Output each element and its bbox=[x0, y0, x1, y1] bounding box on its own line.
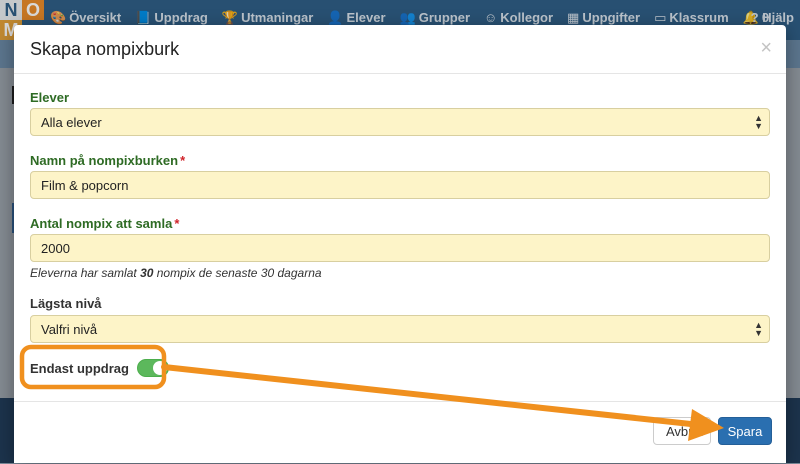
nompix-amount-help: Eleverna har samlat 30 nompix de senaste… bbox=[30, 266, 322, 280]
students-label: Elever bbox=[30, 90, 70, 105]
help-text-prefix: Eleverna har samlat bbox=[30, 266, 141, 280]
jar-name-input[interactable] bbox=[30, 171, 770, 199]
cancel-button[interactable]: Avbryt bbox=[653, 417, 711, 445]
students-select[interactable]: Alla elever ▲ ▼ bbox=[30, 108, 770, 136]
only-assignments-label: Endast uppdrag bbox=[30, 360, 129, 376]
modal-title: Skapa nompixburk bbox=[30, 39, 180, 59]
min-level-select-value: Valfri nivå bbox=[41, 322, 98, 337]
modal-header: Skapa nompixburk × bbox=[14, 25, 786, 74]
min-level-label: Lägsta nivå bbox=[30, 296, 102, 311]
toggle-knob bbox=[152, 361, 167, 375]
required-mark: * bbox=[180, 153, 186, 168]
nompix-amount-input[interactable] bbox=[30, 234, 770, 262]
help-text-suffix: nompix de senaste 30 dagarna bbox=[153, 266, 322, 280]
create-nompix-jar-modal: Skapa nompixburk × Elever Alla elever ▲ ▼… bbox=[14, 25, 786, 463]
required-mark: * bbox=[174, 216, 180, 231]
modal-footer: Avbryt Spara bbox=[14, 401, 786, 464]
nompix-amount-label: Antal nompix att samla * bbox=[30, 216, 179, 231]
close-button[interactable]: × bbox=[760, 37, 772, 60]
jar-name-label: Namn på nompixburken * bbox=[30, 153, 185, 168]
students-select-value: Alla elever bbox=[41, 115, 102, 130]
jar-name-label-text: Namn på nompixburken bbox=[30, 153, 179, 168]
nompix-amount-label-text: Antal nompix att samla bbox=[30, 216, 173, 231]
only-assignments-toggle[interactable] bbox=[136, 359, 169, 377]
help-text-value: 30 bbox=[140, 266, 154, 280]
min-level-select[interactable]: Valfri nivå ▲ ▼ bbox=[30, 315, 770, 343]
select-caret-icon: ▲ ▼ bbox=[754, 320, 763, 338]
only-assignments-row: Endast uppdrag bbox=[30, 359, 169, 377]
select-caret-icon: ▲ ▼ bbox=[754, 113, 763, 131]
save-button[interactable]: Spara bbox=[718, 417, 772, 445]
